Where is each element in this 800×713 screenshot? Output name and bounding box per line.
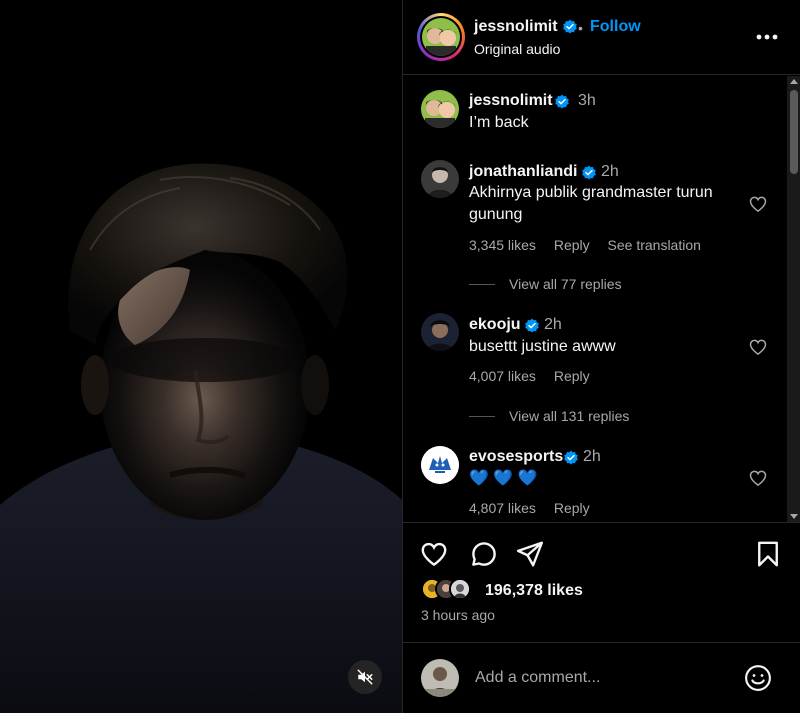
add-comment-bar — [403, 642, 800, 713]
reply-button[interactable]: Reply — [554, 368, 590, 384]
bookmark-icon[interactable] — [753, 539, 783, 569]
commenter-avatar-image — [421, 160, 459, 198]
speaker-muted-icon — [357, 669, 373, 685]
comment-time[interactable]: 2h — [583, 448, 601, 466]
comment-username[interactable]: evosesports — [469, 448, 563, 466]
author-username-text[interactable]: jessnolimit — [474, 18, 558, 35]
replies-divider-line — [469, 283, 495, 285]
evos-logo-avatar-image — [421, 446, 459, 484]
comment-like-heart-icon[interactable] — [748, 337, 768, 357]
more-horizontal-icon — [756, 34, 778, 40]
reply-button[interactable]: Reply — [554, 500, 590, 516]
comment-likes-count[interactable]: 3,345 likes — [469, 237, 536, 253]
likes-count[interactable]: 196,378 likes — [485, 582, 583, 600]
header-separator: • — [578, 20, 583, 36]
comment-meta: 4,007 likes Reply — [469, 368, 604, 384]
comment-avatar[interactable] — [421, 313, 459, 351]
view-replies-label[interactable]: View all 131 replies — [509, 408, 629, 424]
verified-badge-icon — [564, 450, 578, 465]
comment-avatar[interactable] — [421, 446, 459, 484]
scroll-thumb[interactable] — [790, 90, 798, 174]
comment-like-heart-icon[interactable] — [748, 468, 768, 488]
original-audio-link[interactable]: Original audio — [474, 41, 560, 57]
liker-avatar — [449, 578, 471, 600]
video-frame-portrait — [0, 0, 402, 713]
comment-username[interactable]: ekooju — [469, 316, 521, 334]
post-header: jessnolimit • Follow Original audio — [403, 0, 800, 75]
comments-scrollbar[interactable] — [787, 76, 800, 522]
send-paper-plane-icon[interactable] — [515, 539, 545, 569]
more-options-button[interactable] — [753, 28, 781, 46]
comment-text: Akhirnya publik grandmaster turun gunung — [469, 184, 713, 223]
comment-time[interactable]: 2h — [544, 316, 562, 334]
reply-button[interactable]: Reply — [554, 237, 590, 253]
comments-list[interactable]: jessnolimit 3h I’m back jonathanliandi 2… — [403, 76, 787, 522]
verified-badge-icon — [582, 165, 596, 180]
current-user-avatar-image — [421, 659, 459, 697]
caption-text: I’m back — [469, 114, 529, 131]
comment-username[interactable]: jessnolimit — [469, 92, 553, 110]
comment-likes-count[interactable]: 4,007 likes — [469, 368, 536, 384]
comment-meta: 4,807 likes Reply — [469, 500, 604, 516]
comment-avatar[interactable] — [421, 160, 459, 198]
scroll-up-arrow[interactable] — [790, 79, 798, 84]
heart-icon[interactable] — [419, 539, 449, 569]
follow-button[interactable]: Follow — [590, 18, 641, 36]
comment-likes-count[interactable]: 4,807 likes — [469, 500, 536, 516]
post-side-panel: jessnolimit • Follow Original audio jess… — [402, 0, 800, 713]
comment-username[interactable]: jonathanliandi — [469, 163, 577, 181]
post-timestamp[interactable]: 3 hours ago — [421, 607, 495, 623]
comment-meta: 3,345 likes Reply See translation — [469, 237, 715, 253]
replies-divider-line — [469, 415, 495, 417]
post-actions: 196,378 likes 3 hours ago — [403, 522, 800, 642]
view-replies-button[interactable]: View all 131 replies — [469, 408, 629, 424]
view-replies-button[interactable]: View all 77 replies — [469, 276, 622, 292]
verified-badge-icon — [555, 94, 569, 109]
author-avatar[interactable] — [417, 13, 465, 61]
comment-bubble-icon[interactable] — [469, 539, 499, 569]
comment-text: busettt justine awww — [469, 338, 616, 355]
verified-badge-icon — [563, 19, 577, 34]
comment-like-heart-icon[interactable] — [748, 194, 768, 214]
comment-time[interactable]: 2h — [601, 163, 619, 181]
verified-badge-icon — [525, 318, 539, 333]
author-avatar-image — [422, 18, 460, 56]
view-replies-label[interactable]: View all 77 replies — [509, 276, 622, 292]
scroll-down-arrow[interactable] — [790, 514, 798, 519]
see-translation-button[interactable]: See translation — [608, 237, 701, 253]
current-user-avatar — [421, 659, 459, 697]
add-comment-input[interactable] — [475, 665, 735, 691]
liked-by-avatars[interactable] — [421, 578, 483, 604]
commenter-avatar-image — [421, 313, 459, 351]
reel-video[interactable] — [0, 0, 402, 713]
comment-time[interactable]: 3h — [578, 92, 596, 110]
caption-avatar-image — [421, 90, 459, 128]
mute-toggle-button[interactable] — [348, 660, 382, 694]
caption-author-avatar[interactable] — [421, 90, 459, 128]
comment-text: 💙 💙 💙 — [469, 470, 538, 487]
smiley-emoji-icon[interactable] — [743, 663, 773, 693]
author-username[interactable]: jessnolimit — [474, 18, 578, 36]
